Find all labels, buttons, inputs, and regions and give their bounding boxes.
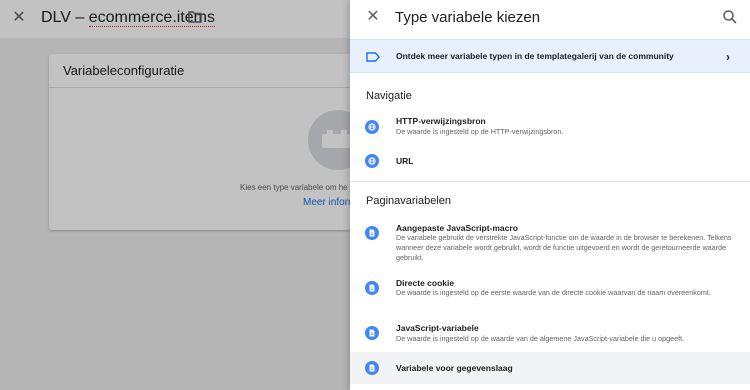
variable-type-description: De waarde is ingesteld op de HTTP-verwij… [396, 127, 564, 136]
variable-type-first-party-cookie[interactable]: Directe cookie De waarde is ingesteld op… [350, 273, 750, 313]
variable-type-name: HTTP-verwijzingsbron [396, 116, 486, 126]
chevron-right-icon: › [726, 50, 730, 64]
variable-type-name: Directe cookie [396, 278, 455, 288]
variable-type-data-layer[interactable]: Variabele voor gegevenslaag [350, 352, 750, 384]
section-paginavariabelen: Paginavariabelen [366, 195, 452, 207]
document-icon [365, 326, 379, 340]
community-gallery-text: Ontdek meer variabele typen in de templa… [396, 51, 674, 61]
variable-type-url[interactable]: URL [350, 148, 750, 174]
search-icon[interactable] [722, 9, 738, 25]
section-divider [350, 181, 750, 182]
variable-type-panel: ✕ Type variabele kiezen Ontdek meer vari… [350, 0, 750, 390]
variable-type-http-referrer[interactable]: HTTP-verwijzingsbron De waarde is ingest… [350, 110, 750, 146]
document-icon [365, 361, 379, 375]
document-icon [365, 281, 379, 295]
variable-type-description: De waarde is ingesteld op de eerste waar… [396, 288, 711, 297]
variable-type-custom-js[interactable]: Aangepaste JavaScript-macro De variabele… [350, 218, 750, 268]
panel-header: ✕ Type variabele kiezen [350, 0, 750, 38]
section-navigatie: Navigatie [366, 90, 412, 102]
document-icon [365, 226, 379, 240]
variable-type-name: Aangepaste JavaScript-macro [396, 223, 518, 233]
close-icon[interactable]: ✕ [365, 9, 381, 25]
variable-type-name: URL [396, 156, 414, 166]
variable-type-name: Variabele voor gegevenslaag [396, 363, 513, 373]
variable-type-description: De waarde is ingesteld op de waarde van … [396, 334, 685, 343]
globe-icon [365, 120, 379, 134]
tag-icon [366, 52, 380, 62]
variable-type-js-variable[interactable]: JavaScript-variabele De waarde is ingest… [350, 318, 750, 348]
variable-type-name: JavaScript-variabele [396, 323, 479, 333]
globe-icon [365, 154, 379, 168]
variable-type-description: De variabele gebruikt de verstrekte Java… [396, 233, 732, 262]
community-gallery-banner[interactable]: Ontdek meer variabele typen in de templa… [350, 39, 750, 73]
panel-title: Type variabele kiezen [395, 9, 541, 26]
